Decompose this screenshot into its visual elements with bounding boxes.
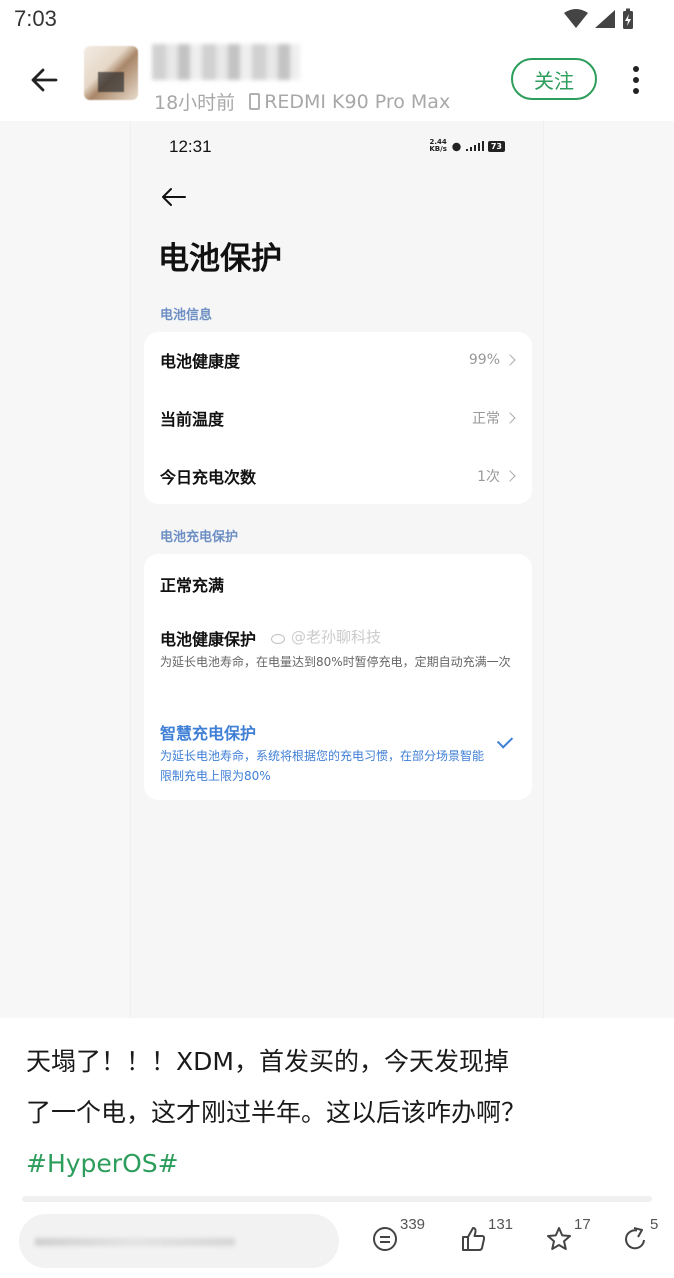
post-content: 天塌了！！！XDM，首发买的，今天发现掉 了一个电，这才刚过半年。这以后该咋办啊… <box>26 1036 626 1189</box>
post-header: 18小时前 REDMI K90 Pro Max 关注 <box>0 40 674 120</box>
shot-info-row: 今日充电次数 1次 <box>160 464 516 488</box>
username-blurred[interactable] <box>152 44 300 80</box>
more-dot-icon <box>633 66 639 72</box>
shot-info-row: 当前温度 正常 <box>160 406 516 430</box>
shot-info-row: 电池健康度 99% <box>160 348 516 372</box>
weibo-logo-icon <box>271 633 286 644</box>
post-meta: 18小时前 REDMI K90 Pro Max <box>154 88 450 115</box>
signal-bars-icon <box>465 141 484 151</box>
arrow-left-icon <box>31 68 58 92</box>
shot-page-title: 电池保护 <box>158 241 282 277</box>
screenshot-image: 12:31 2.44 KB/s 73 电池保护 电池信息 电池健康度 99% 当前… <box>130 121 544 1018</box>
status-time: 7:03 <box>14 6 57 31</box>
signal-icon <box>595 10 615 28</box>
shot-time: 12:31 <box>169 137 212 156</box>
chevron-right-icon <box>504 354 516 366</box>
shot-battery: 73 <box>487 140 505 152</box>
watermark: @老孙聊科技 <box>271 626 381 647</box>
shot-charge-card: 正常充满 电池健康保护 为延长电池寿命，在电量达到80%时暂停充电，定期自动充满… <box>144 554 532 800</box>
comment-icon <box>373 1227 397 1251</box>
shot-net-speed: 2.44 KB/s <box>429 138 447 153</box>
more-options-button[interactable] <box>622 60 650 100</box>
like-button[interactable]: 131 <box>460 1216 513 1264</box>
alarm-icon <box>452 142 461 151</box>
share-button[interactable]: 5 <box>622 1216 658 1264</box>
star-icon <box>547 1227 571 1250</box>
wifi-icon <box>564 9 588 28</box>
comment-count: 339 <box>400 1216 426 1233</box>
like-count: 131 <box>488 1216 514 1233</box>
follow-button[interactable]: 关注 <box>511 58 597 100</box>
more-dot-icon <box>633 77 639 83</box>
shot-back-arrow-icon <box>162 188 186 206</box>
favorite-count: 17 <box>574 1216 591 1233</box>
shot-info-card: 电池健康度 99% 当前温度 正常 今日充电次数 1次 <box>144 332 532 504</box>
post-text-line: 天塌了！！！XDM，首发买的，今天发现掉 <box>26 1047 509 1076</box>
bottom-action-bar: 339 131 17 5 <box>0 1202 674 1278</box>
hashtag-link[interactable]: #HyperOS# <box>26 1138 626 1189</box>
more-dot-icon <box>633 88 639 94</box>
shot-status-icons: 2.44 KB/s 73 <box>429 139 505 153</box>
chevron-right-icon <box>504 412 516 424</box>
shot-section-info: 电池信息 <box>160 308 213 323</box>
thumbs-up-icon <box>462 1227 486 1251</box>
shot-section-charge: 电池充电保护 <box>160 530 239 545</box>
shot-option: 正常充满 <box>160 576 225 595</box>
share-icon <box>625 1227 645 1250</box>
post-text-line: 了一个电，这才刚过半年。这以后该咋办啊？ <box>26 1098 527 1127</box>
status-bar: 7:03 <box>0 0 674 40</box>
shot-option-selected: 智慧充电保护 为延长电池寿命，系统将根据您的充电习惯，在部分场景智能限制充电上限… <box>160 720 514 786</box>
chevron-right-icon <box>504 470 516 482</box>
comment-input[interactable] <box>19 1214 339 1268</box>
favorite-button[interactable]: 17 <box>546 1216 591 1264</box>
phone-icon <box>249 93 261 110</box>
back-button[interactable] <box>24 60 64 100</box>
share-count: 5 <box>650 1216 659 1233</box>
post-image[interactable]: 12:31 2.44 KB/s 73 电池保护 电池信息 电池健康度 99% 当前… <box>0 121 674 1018</box>
battery-charging-icon <box>623 8 633 29</box>
avatar[interactable] <box>84 46 138 100</box>
comment-button[interactable]: 339 <box>372 1216 425 1264</box>
post-device: REDMI K90 Pro Max <box>264 90 451 113</box>
post-time: 18小时前 <box>154 92 236 114</box>
status-icons <box>564 8 634 30</box>
